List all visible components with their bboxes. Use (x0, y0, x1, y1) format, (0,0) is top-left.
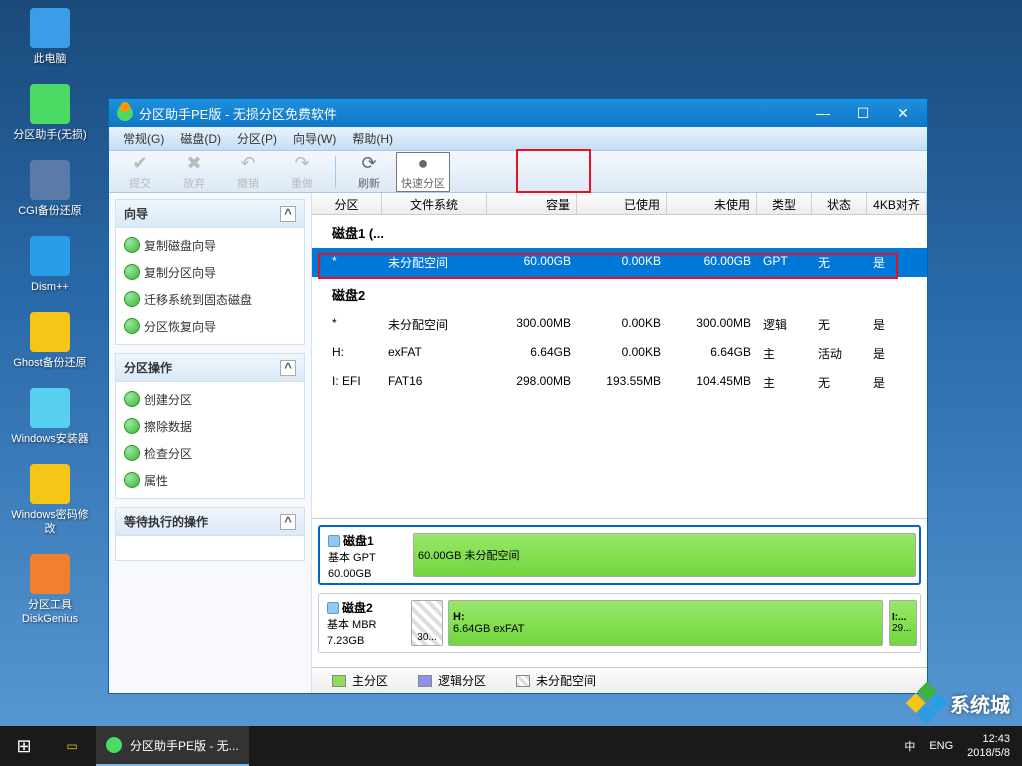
table-row[interactable]: *未分配空间300.00MB0.00KB300.00MB逻辑无是 (312, 310, 927, 339)
start-button[interactable]: ⊞ (0, 726, 48, 766)
legend-logical: 逻辑分区 (418, 672, 486, 689)
toolbar-button: ↷重做 (275, 152, 329, 192)
legend: 主分区 逻辑分区 未分配空间 (312, 667, 927, 693)
desktop-icon[interactable]: 此电脑 (10, 8, 90, 66)
disk1-info: 磁盘1 基本 GPT 60.00GB (320, 527, 410, 583)
disk-icon (328, 535, 340, 547)
app-icon (117, 105, 133, 121)
close-button[interactable]: ✕ (883, 101, 923, 125)
table-row[interactable]: I: EFIFAT16298.00MB193.55MB104.45MB主无是 (312, 368, 927, 397)
col-partition[interactable]: 分区 (312, 193, 382, 214)
panel-item[interactable]: 复制分区向导 (116, 259, 304, 286)
app-icon (106, 737, 122, 753)
desktop-icon[interactable]: Windows密码修改 (10, 464, 90, 536)
col-filesystem[interactable]: 文件系统 (382, 193, 487, 214)
disk2-info: 磁盘2 基本 MBR 7.23GB (319, 594, 409, 652)
minimize-button[interactable]: — (803, 101, 843, 125)
pending-panel-header[interactable]: 等待执行的操作 ^ (116, 508, 304, 536)
disk2-seg-unalloc[interactable]: 30... (411, 600, 443, 646)
wizard-panel-body: 复制磁盘向导复制分区向导迁移系统到固态磁盘分区恢复向导 (116, 228, 304, 344)
desktop: 此电脑分区助手(无损) CGI备份还原 Dism++ Ghost备份还原 Windows… (0, 0, 100, 720)
disk1-header[interactable]: 磁盘1 (... (312, 215, 927, 248)
table-row[interactable]: H:exFAT6.64GB0.00KB6.64GB主活动是 (312, 339, 927, 368)
disk1-seg-unalloc[interactable]: 60.00GB 未分配空间 (413, 533, 916, 577)
system-tray: 中 ENG 12:43 2018/5/8 (892, 732, 1022, 760)
maximize-button[interactable]: ☐ (843, 101, 883, 125)
collapse-icon[interactable]: ^ (280, 360, 296, 376)
desktop-icon[interactable]: CGI备份还原 (10, 160, 90, 218)
menu-item[interactable]: 分区(P) (229, 128, 285, 149)
col-used[interactable]: 已使用 (577, 193, 667, 214)
clock[interactable]: 12:43 2018/5/8 (967, 732, 1010, 760)
panel-item[interactable]: 分区恢复向导 (116, 313, 304, 340)
col-status[interactable]: 状态 (812, 193, 867, 214)
disk2-seg-h[interactable]: H: 6.64GB exFAT (448, 600, 883, 646)
panel-item[interactable]: 迁移系统到固态磁盘 (116, 286, 304, 313)
desktop-icon[interactable]: Ghost备份还原 (10, 312, 90, 370)
menu-item[interactable]: 常规(G) (115, 128, 172, 149)
col-4k-align[interactable]: 4KB对齐 (867, 193, 927, 214)
disk-bars-area: 磁盘1 基本 GPT 60.00GB 60.00GB 未分配空间 磁盘2 基本 … (312, 518, 927, 667)
panel-item[interactable]: 属性 (116, 467, 304, 494)
col-type[interactable]: 类型 (757, 193, 812, 214)
toolbar-button: ✖放弃 (167, 152, 221, 192)
desktop-icon[interactable]: Dism++ (10, 236, 90, 294)
file-explorer-icon[interactable]: ▭ (48, 726, 96, 766)
watermark: 系统城 (912, 688, 1010, 718)
col-capacity[interactable]: 容量 (487, 193, 577, 214)
watermark-icon (906, 682, 948, 724)
table-header: 分区 文件系统 容量 已使用 未使用 类型 状态 4KB对齐 (312, 193, 927, 215)
toolbar-button[interactable]: ⟳刷新 (342, 152, 396, 192)
panel-item[interactable]: 检查分区 (116, 440, 304, 467)
window-controls: — ☐ ✕ (803, 101, 923, 125)
taskbar-app-button[interactable]: 分区助手PE版 - 无... (96, 726, 249, 766)
legend-unalloc: 未分配空间 (516, 672, 596, 689)
collapse-icon[interactable]: ^ (280, 514, 296, 530)
titlebar[interactable]: 分区助手PE版 - 无损分区免费软件 — ☐ ✕ (109, 99, 927, 127)
toolbar-button: ✔提交 (113, 152, 167, 192)
disk2-seg-i[interactable]: I:... 29... (889, 600, 917, 646)
disk2-header[interactable]: 磁盘2 (312, 277, 927, 310)
disk-icon (327, 602, 339, 614)
ops-panel: 分区操作 ^ 创建分区擦除数据检查分区属性 (115, 353, 305, 499)
desktop-icon[interactable]: Windows安装器 (10, 388, 90, 446)
toolbar: ✔提交✖放弃↶撤销↷重做 ⟳刷新●快速分区 (109, 151, 927, 193)
wizard-panel-header[interactable]: 向导 ^ (116, 200, 304, 228)
wizard-panel: 向导 ^ 复制磁盘向导复制分区向导迁移系统到固态磁盘分区恢复向导 (115, 199, 305, 345)
disk1-bar[interactable]: 磁盘1 基本 GPT 60.00GB 60.00GB 未分配空间 (318, 525, 921, 585)
highlight-red-box (516, 149, 591, 193)
panel-item[interactable]: 擦除数据 (116, 413, 304, 440)
table-row[interactable]: *未分配空间60.00GB0.00KB60.00GBGPT无是 (312, 248, 927, 277)
window-title: 分区助手PE版 - 无损分区免费软件 (139, 104, 337, 123)
desktop-icon[interactable]: 分区助手(无损) (10, 84, 90, 142)
ops-panel-body: 创建分区擦除数据检查分区属性 (116, 382, 304, 498)
left-panel: 向导 ^ 复制磁盘向导复制分区向导迁移系统到固态磁盘分区恢复向导 分区操作 ^ … (109, 193, 312, 693)
ime-chinese[interactable]: 中 (904, 738, 915, 754)
pending-panel: 等待执行的操作 ^ (115, 507, 305, 561)
taskbar: ⊞ ▭ 分区助手PE版 - 无... 中 ENG 12:43 2018/5/8 (0, 726, 1022, 766)
panel-item[interactable]: 复制磁盘向导 (116, 232, 304, 259)
desktop-icon[interactable]: 分区工具DiskGenius (10, 554, 90, 626)
collapse-icon[interactable]: ^ (280, 206, 296, 222)
toolbar-button: ↶撤销 (221, 152, 275, 192)
pending-panel-body (116, 536, 304, 560)
menu-item[interactable]: 向导(W) (285, 128, 344, 149)
menu-item[interactable]: 磁盘(D) (172, 128, 229, 149)
menubar: 常规(G)磁盘(D)分区(P)向导(W)帮助(H) (109, 127, 927, 151)
body-area: 向导 ^ 复制磁盘向导复制分区向导迁移系统到固态磁盘分区恢复向导 分区操作 ^ … (109, 193, 927, 693)
col-free[interactable]: 未使用 (667, 193, 757, 214)
legend-primary: 主分区 (332, 672, 388, 689)
ops-panel-header[interactable]: 分区操作 ^ (116, 354, 304, 382)
panel-item[interactable]: 创建分区 (116, 386, 304, 413)
disk2-bar[interactable]: 磁盘2 基本 MBR 7.23GB 30... H: 6.64GB exFAT … (318, 593, 921, 653)
ime-english[interactable]: ENG (929, 740, 953, 752)
right-panel: 分区 文件系统 容量 已使用 未使用 类型 状态 4KB对齐 磁盘1 (... … (312, 193, 927, 693)
toolbar-button[interactable]: ●快速分区 (396, 152, 450, 192)
menu-item[interactable]: 帮助(H) (344, 128, 401, 149)
app-window: 分区助手PE版 - 无损分区免费软件 — ☐ ✕ 常规(G)磁盘(D)分区(P)… (108, 98, 928, 694)
table-body: 磁盘1 (... *未分配空间60.00GB0.00KB60.00GBGPT无是… (312, 215, 927, 518)
